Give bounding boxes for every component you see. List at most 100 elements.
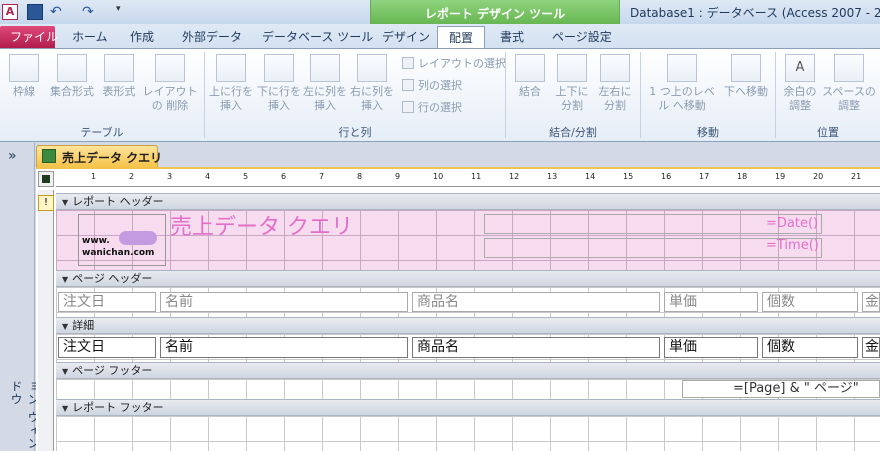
label-unit-price[interactable]: 単価 — [664, 292, 758, 312]
margins-icon: A — [785, 54, 815, 82]
error-warning-icon[interactable]: ! — [38, 195, 54, 211]
ruler-mark: 11 — [471, 172, 482, 181]
label-order-date[interactable]: 注文日 — [58, 292, 156, 312]
ruler-mark: 20 — [813, 172, 824, 181]
time-textbox-value: =Time() — [766, 238, 819, 253]
section-bar-page-footer[interactable]: ページ フッター — [56, 362, 880, 379]
tab-design[interactable]: デザイン — [372, 26, 440, 48]
report-title-label[interactable]: 売上データ クエリ — [170, 214, 353, 242]
tab-file[interactable]: ファイル — [0, 26, 58, 48]
split-vertical-icon — [557, 54, 587, 82]
group-label-merge-split: 結合/分割 — [549, 126, 597, 139]
ruler-mark: 18 — [737, 172, 748, 181]
ruler-mark: 5 — [243, 172, 249, 181]
textbox-unit-price[interactable]: 単価 — [664, 337, 758, 358]
ruler-mark: 9 — [395, 172, 401, 181]
group-label-position: 位置 — [817, 126, 839, 139]
ruler-mark: 15 — [623, 172, 634, 181]
gridlines-icon — [9, 54, 39, 82]
section-bar-report-header[interactable]: レポート ヘッダー — [56, 193, 880, 210]
select-column-button[interactable]: 列の選択 — [402, 78, 462, 94]
insert-right-icon — [357, 54, 387, 82]
textbox-order-date[interactable]: 注文日 — [58, 337, 156, 358]
ruler-mark: 7 — [319, 172, 325, 181]
section-bar-page-header[interactable]: ページ ヘッダー — [56, 270, 880, 287]
group-label-table: テーブル — [80, 126, 124, 139]
section-bar-report-footer[interactable]: レポート フッター — [56, 399, 880, 416]
horizontal-ruler[interactable] — [56, 171, 880, 187]
save-icon[interactable] — [27, 4, 43, 20]
report-selector-icon — [42, 175, 50, 183]
tab-arrange[interactable]: 配置 — [437, 26, 485, 48]
select-layout-button[interactable]: レイアウトの選択 — [402, 56, 506, 72]
ruler-mark: 21 — [851, 172, 862, 181]
ruler-mark: 13 — [547, 172, 558, 181]
remove-layout-button[interactable]: レイアウトの 削除 — [140, 54, 200, 113]
ruler-mark: 10 — [433, 172, 444, 181]
page-number-textbox[interactable]: =[Page] & " ページ" — [682, 380, 880, 398]
window-title: Database1 : データベース (Access 2007 - 2010) — [630, 6, 880, 20]
tab-database-tools[interactable]: データベース ツール — [252, 26, 383, 48]
split-vertical-button[interactable]: 上下に 分割 — [551, 54, 593, 113]
logo-text: www. wanichan.com — [82, 236, 155, 258]
tab-page-setup[interactable]: ページ設定 — [542, 26, 622, 48]
expand-nav-icon[interactable]: » — [8, 148, 17, 164]
control-padding-button[interactable]: スペースの 調整 — [822, 54, 876, 113]
redo-icon[interactable]: ↷ — [82, 4, 98, 20]
vertical-ruler[interactable] — [38, 190, 54, 451]
padding-icon — [834, 54, 864, 82]
insert-above-icon — [216, 54, 246, 82]
section-bar-detail[interactable]: 詳細 — [56, 317, 880, 334]
label-amount[interactable]: 金 — [862, 292, 880, 312]
tab-home[interactable]: ホーム — [62, 26, 118, 48]
tab-format[interactable]: 書式 — [490, 26, 534, 48]
select-column-icon — [402, 79, 414, 91]
document-tab-label: 売上データ クエリ — [62, 151, 163, 165]
move-up-button[interactable]: 1 つ上のレベル へ移動 — [644, 54, 720, 113]
move-down-button[interactable]: 下へ移動 — [720, 54, 772, 99]
ruler-mark: 3 — [167, 172, 173, 181]
merge-button[interactable]: 結合 — [509, 54, 551, 99]
label-name[interactable]: 名前 — [160, 292, 408, 312]
move-up-icon — [667, 54, 697, 82]
report-footer-body[interactable] — [56, 416, 880, 451]
tabular-icon — [104, 54, 134, 82]
select-row-button[interactable]: 行の選択 — [402, 100, 462, 116]
gridlines-button[interactable]: 枠線 — [4, 54, 44, 99]
date-textbox-value: =Date() — [766, 216, 819, 231]
control-margins-button[interactable]: A 余白の 調整 — [778, 54, 822, 113]
select-row-icon — [402, 101, 414, 113]
move-down-icon — [731, 54, 761, 82]
report-selector[interactable] — [38, 171, 54, 187]
tabular-button[interactable]: 表形式 — [98, 54, 140, 99]
insert-above-button[interactable]: 上に行を 挿入 — [208, 54, 254, 113]
stacked-button[interactable]: 集合形式 — [46, 54, 98, 99]
remove-layout-icon — [155, 54, 185, 82]
textbox-name[interactable]: 名前 — [160, 337, 408, 358]
tab-create[interactable]: 作成 — [120, 26, 164, 48]
ruler-mark: 6 — [281, 172, 287, 181]
tab-external-data[interactable]: 外部データ — [172, 26, 252, 48]
ruler-mark: 4 — [205, 172, 211, 181]
textbox-quantity[interactable]: 個数 — [762, 337, 858, 358]
split-horizontal-icon — [600, 54, 630, 82]
split-horizontal-button[interactable]: 左右に 分割 — [593, 54, 637, 113]
customize-qat-icon[interactable]: ▾ — [116, 4, 132, 20]
merge-icon — [515, 54, 545, 82]
ruler-mark: 1 — [91, 172, 97, 181]
undo-icon[interactable]: ↶ — [50, 4, 66, 20]
group-label-rows-cols: 行と列 — [338, 126, 372, 139]
insert-right-button[interactable]: 右に列を 挿入 — [348, 54, 396, 113]
report-icon — [42, 149, 56, 163]
label-product-name[interactable]: 商品名 — [412, 292, 660, 312]
logo-image[interactable]: www. wanichan.com — [78, 214, 166, 266]
insert-left-icon — [310, 54, 340, 82]
ruler-mark: 19 — [775, 172, 786, 181]
access-app-icon[interactable]: A — [2, 4, 18, 20]
insert-left-button[interactable]: 左に列を 挿入 — [302, 54, 348, 113]
insert-below-button[interactable]: 下に行を 挿入 — [256, 54, 302, 113]
textbox-amount[interactable]: 金 — [862, 337, 880, 358]
textbox-product-name[interactable]: 商品名 — [412, 337, 660, 358]
ruler-mark: 16 — [661, 172, 672, 181]
label-quantity[interactable]: 個数 — [762, 292, 858, 312]
